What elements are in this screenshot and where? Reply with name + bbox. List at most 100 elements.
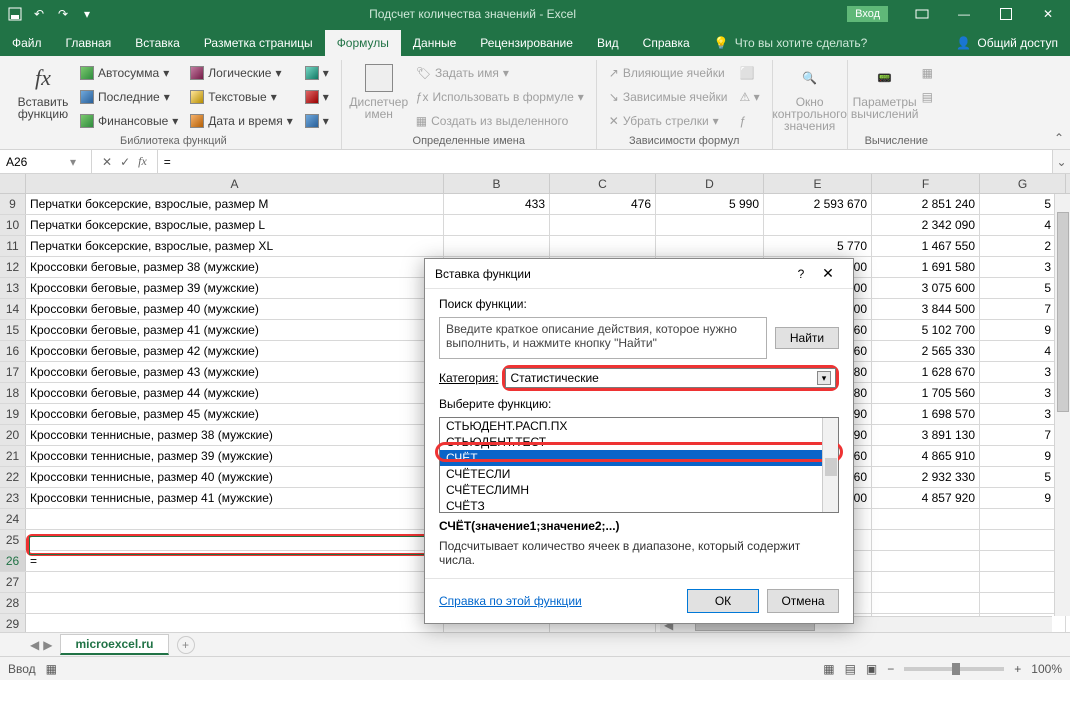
cell[interactable] — [26, 572, 444, 592]
name-manager-button[interactable]: Диспетчер имен — [350, 60, 408, 133]
row-header[interactable]: 16 — [0, 341, 26, 361]
function-help-link[interactable]: Справка по этой функции — [439, 594, 582, 608]
remove-arrows-button[interactable]: ✕Убрать стрелки ▾ — [605, 110, 732, 132]
formula-expand-icon[interactable]: ⌄ — [1052, 150, 1070, 173]
col-header-c[interactable]: C — [550, 174, 656, 193]
cell[interactable]: 3 075 600 — [872, 278, 980, 298]
cell[interactable] — [26, 530, 444, 550]
col-header-a[interactable]: A — [26, 174, 444, 193]
show-formulas-icon[interactable]: ⬜ — [736, 62, 764, 84]
cancel-button[interactable]: Отмена — [767, 589, 839, 613]
row-header[interactable]: 15 — [0, 320, 26, 340]
define-name-button[interactable]: 🏷Задать имя ▾ — [412, 62, 588, 84]
listbox-thumb[interactable] — [825, 458, 837, 476]
cancel-formula-icon[interactable]: ✕ — [102, 155, 112, 169]
cell[interactable]: Кроссовки беговые, размер 44 (мужские) — [26, 383, 444, 403]
save-icon[interactable] — [4, 3, 26, 25]
cell[interactable]: Кроссовки беговые, размер 38 (мужские) — [26, 257, 444, 277]
cell[interactable]: 2 932 330 — [872, 467, 980, 487]
row-header[interactable]: 10 — [0, 215, 26, 235]
listbox-scrollbar[interactable] — [822, 418, 838, 512]
cell[interactable] — [26, 593, 444, 613]
cell[interactable] — [550, 215, 656, 235]
autosum-button[interactable]: Автосумма ▾ — [76, 62, 182, 84]
row-header[interactable]: 21 — [0, 446, 26, 466]
ok-button[interactable]: ОК — [687, 589, 759, 613]
cell[interactable]: Кроссовки теннисные, размер 41 (мужские) — [26, 488, 444, 508]
watch-window-button[interactable]: 🔍 Окно контрольного значения — [781, 60, 839, 133]
sheet-prev-icon[interactable]: ◀ — [30, 638, 39, 652]
redo-icon[interactable]: ↷ — [52, 3, 74, 25]
ribbon-collapse-icon[interactable]: ⌃ — [1054, 131, 1064, 145]
cell[interactable]: Кроссовки беговые, размер 45 (мужские) — [26, 404, 444, 424]
cell[interactable]: 5 990 — [656, 194, 764, 214]
text-button[interactable]: Текстовые ▾ — [186, 86, 296, 108]
cell[interactable]: 5 770 — [764, 236, 872, 256]
col-header-d[interactable]: D — [656, 174, 764, 193]
cell[interactable]: Перчатки боксерские, взрослые, размер XL — [26, 236, 444, 256]
cell[interactable]: 2 593 670 — [764, 194, 872, 214]
row-header[interactable]: 13 — [0, 278, 26, 298]
col-header-f[interactable]: F — [872, 174, 980, 193]
cell[interactable]: 2 565 330 — [872, 341, 980, 361]
sheet-tab-active[interactable]: microexcel.ru — [60, 634, 168, 655]
zoom-handle[interactable] — [952, 663, 960, 675]
share-button[interactable]: 👤Общий доступ — [944, 30, 1070, 56]
cell[interactable] — [872, 530, 980, 550]
cell[interactable] — [444, 236, 550, 256]
add-sheet-button[interactable]: + — [177, 636, 195, 654]
menu-data[interactable]: Данные — [401, 30, 468, 56]
row-header[interactable]: 22 — [0, 467, 26, 487]
col-header-e[interactable]: E — [764, 174, 872, 193]
cell[interactable]: Перчатки боксерские, взрослые, размер L — [26, 215, 444, 235]
macro-record-icon[interactable]: ▦ — [46, 662, 57, 676]
cell[interactable] — [872, 593, 980, 613]
cell[interactable] — [656, 215, 764, 235]
search-function-input[interactable]: Введите краткое описание действия, котор… — [439, 317, 767, 359]
row-header[interactable]: 25 — [0, 530, 26, 550]
cell[interactable]: Кроссовки беговые, размер 39 (мужские) — [26, 278, 444, 298]
zoom-in-icon[interactable]: + — [1014, 662, 1021, 676]
row-header[interactable]: 12 — [0, 257, 26, 277]
lookup-button[interactable]: ▾ — [301, 62, 333, 84]
cell[interactable]: = — [26, 551, 444, 571]
row-header[interactable]: 29 — [0, 614, 26, 632]
col-header-b[interactable]: B — [444, 174, 550, 193]
ribbon-display-icon[interactable] — [904, 3, 940, 25]
cell[interactable] — [764, 215, 872, 235]
cell[interactable]: Кроссовки беговые, размер 43 (мужские) — [26, 362, 444, 382]
cell[interactable]: 3 844 500 — [872, 299, 980, 319]
function-list-item[interactable]: СЧЁТЗ — [440, 498, 838, 513]
maximize-icon[interactable] — [988, 3, 1024, 25]
cell[interactable] — [444, 215, 550, 235]
insert-function-button[interactable]: fx Вставить функцию — [14, 60, 72, 133]
category-select[interactable]: Статистические — [505, 368, 836, 388]
scroll-thumb-v[interactable] — [1057, 212, 1069, 412]
math-button[interactable]: ▾ — [301, 86, 333, 108]
row-header[interactable]: 23 — [0, 488, 26, 508]
cell[interactable]: Перчатки боксерские, взрослые, размер M — [26, 194, 444, 214]
recent-button[interactable]: Последние ▾ — [76, 86, 182, 108]
cell[interactable]: 5 102 700 — [872, 320, 980, 340]
cell[interactable] — [550, 236, 656, 256]
row-header[interactable]: 26 — [0, 551, 26, 571]
calc-now-icon[interactable]: ▦ — [918, 62, 937, 84]
row-header[interactable]: 20 — [0, 425, 26, 445]
error-check-icon[interactable]: ⚠ ▾ — [736, 86, 764, 108]
cell[interactable]: Кроссовки беговые, размер 40 (мужские) — [26, 299, 444, 319]
view-normal-icon[interactable]: ▦ — [823, 662, 834, 676]
undo-icon[interactable]: ↶ — [28, 3, 50, 25]
cell[interactable] — [656, 236, 764, 256]
view-layout-icon[interactable]: ▤ — [845, 662, 856, 676]
logical-button[interactable]: Логические ▾ — [186, 62, 296, 84]
name-box[interactable]: ▾ — [0, 150, 92, 173]
sheet-next-icon[interactable]: ▶ — [43, 638, 52, 652]
vertical-scrollbar[interactable] — [1054, 194, 1070, 616]
chevron-down-icon[interactable]: ▾ — [817, 371, 831, 385]
cell[interactable]: 433 — [444, 194, 550, 214]
cell[interactable]: 1 698 570 — [872, 404, 980, 424]
menu-review[interactable]: Рецензирование — [468, 30, 585, 56]
row-header[interactable]: 9 — [0, 194, 26, 214]
row-header[interactable]: 28 — [0, 593, 26, 613]
cell[interactable]: 1 705 560 — [872, 383, 980, 403]
